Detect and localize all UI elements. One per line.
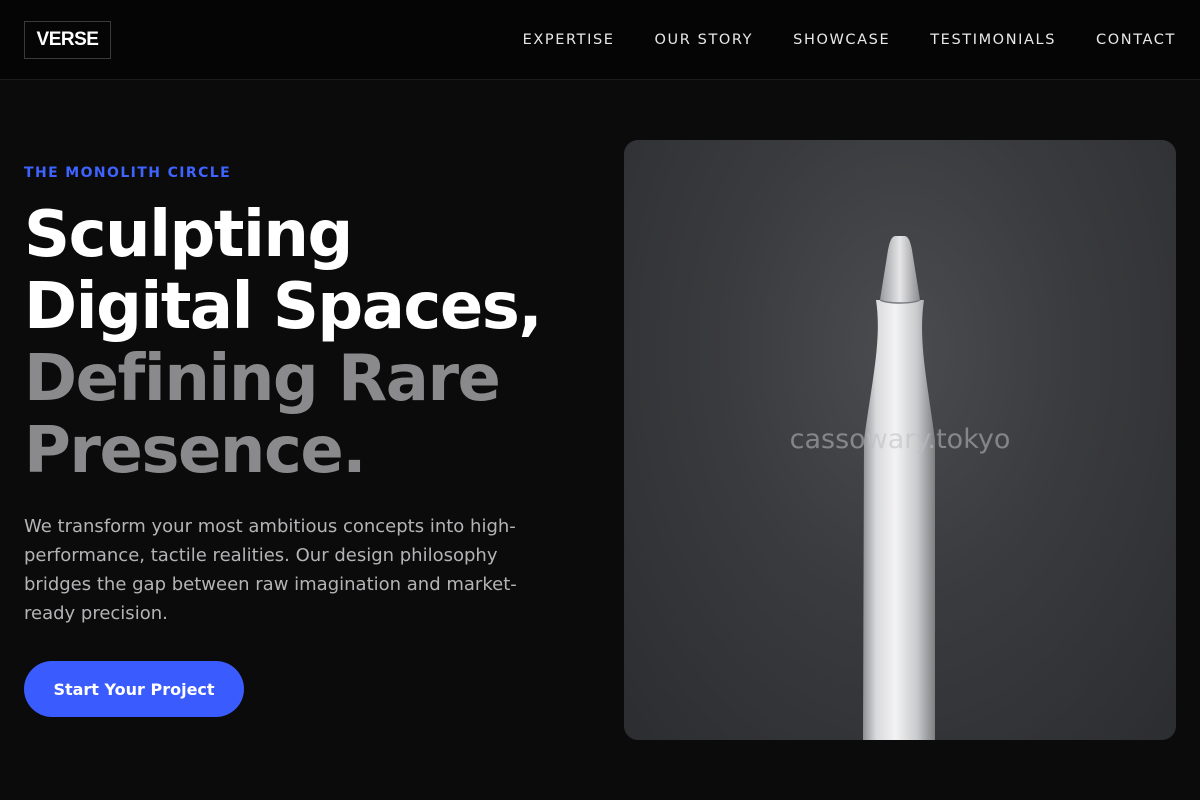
headline-line-3: Defining Rare xyxy=(24,342,501,416)
hero-description: We transform your most ambitious concept… xyxy=(24,516,517,624)
nav-expertise[interactable]: EXPERTISE xyxy=(523,32,615,48)
hero-eyebrow: THE MONOLITH CIRCLE xyxy=(24,165,232,181)
site-header: VERSE EXPERTISE OUR STORY SHOWCASE TESTI… xyxy=(0,0,1200,80)
hero-image: cassowary.tokyo xyxy=(624,140,1176,740)
headline-line-1: Sculpting xyxy=(24,198,353,272)
hero-headline: Sculpting Digital Spaces, Defining Rare … xyxy=(24,199,604,487)
nav-testimonials[interactable]: TESTIMONIALS xyxy=(930,32,1056,48)
start-project-button[interactable]: Start Your Project xyxy=(24,661,244,717)
main-nav: EXPERTISE OUR STORY SHOWCASE TESTIMONIAL… xyxy=(523,0,1176,80)
nav-our-story[interactable]: OUR STORY xyxy=(655,32,754,48)
headline-line-4: Presence. xyxy=(24,414,367,488)
site-logo[interactable]: VERSE xyxy=(24,21,111,59)
nav-showcase[interactable]: SHOWCASE xyxy=(793,32,890,48)
nav-contact[interactable]: CONTACT xyxy=(1096,32,1176,48)
headline-line-2: Digital Spaces, xyxy=(24,270,543,344)
image-watermark: cassowary.tokyo xyxy=(789,424,1011,455)
